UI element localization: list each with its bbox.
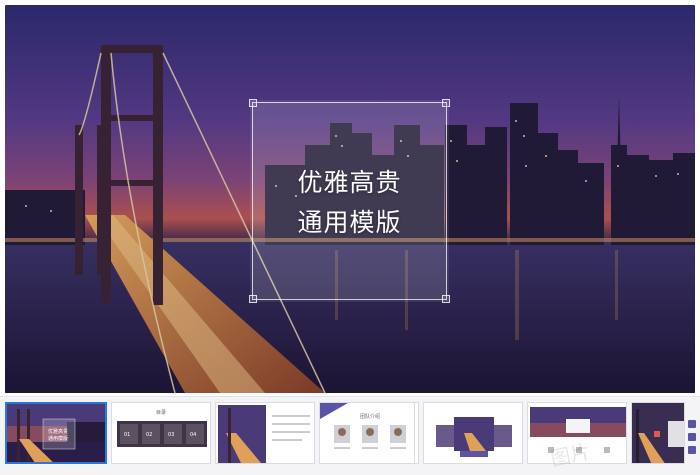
thumb-header: 目录 xyxy=(156,410,167,416)
thumbnail-image xyxy=(216,403,314,463)
corner-handle xyxy=(442,295,450,303)
title-card[interactable]: 优雅高贵 通用模版 xyxy=(249,99,450,303)
thumb-label-2: 通用模版 xyxy=(48,436,69,442)
title-line-1: 优雅高贵 xyxy=(297,168,402,197)
thumbnail-strip: 优雅高贵 通用模版 目录 01 02 03 04 团队介绍 xyxy=(0,396,700,475)
title-line-2: 通用模版 xyxy=(297,208,402,237)
thumbnail-image xyxy=(424,403,522,463)
thumbnail-slide-1[interactable]: 优雅高贵 通用模版 xyxy=(5,402,107,464)
thumb-number: 04 xyxy=(190,432,197,438)
nav-button[interactable] xyxy=(688,446,696,454)
corner-handle xyxy=(249,99,257,107)
corner-handle xyxy=(442,99,450,107)
thumbnail-slide-8[interactable] xyxy=(631,402,685,464)
thumb-number: 02 xyxy=(146,432,153,438)
nav-button[interactable] xyxy=(688,420,696,428)
thumb-number: 01 xyxy=(124,432,131,438)
thumb-number: 03 xyxy=(168,432,175,438)
thumbnail-image xyxy=(632,403,684,463)
slide-nav-buttons xyxy=(688,420,698,459)
main-slide-canvas[interactable]: 优雅高贵 通用模版 xyxy=(5,5,695,393)
thumb-header: 团队介绍 xyxy=(360,414,381,420)
thumb-label-1: 优雅高贵 xyxy=(48,429,69,435)
thumbnail-slide-3[interactable] xyxy=(215,402,315,464)
corner-handle xyxy=(249,295,257,303)
thumbnail-slide-2[interactable]: 目录 01 02 03 04 xyxy=(111,402,211,464)
nav-button[interactable] xyxy=(688,433,696,441)
thumbnail-slide-5[interactable]: 团队介绍 xyxy=(319,402,415,464)
thumbnail-slide-6[interactable] xyxy=(423,402,523,464)
